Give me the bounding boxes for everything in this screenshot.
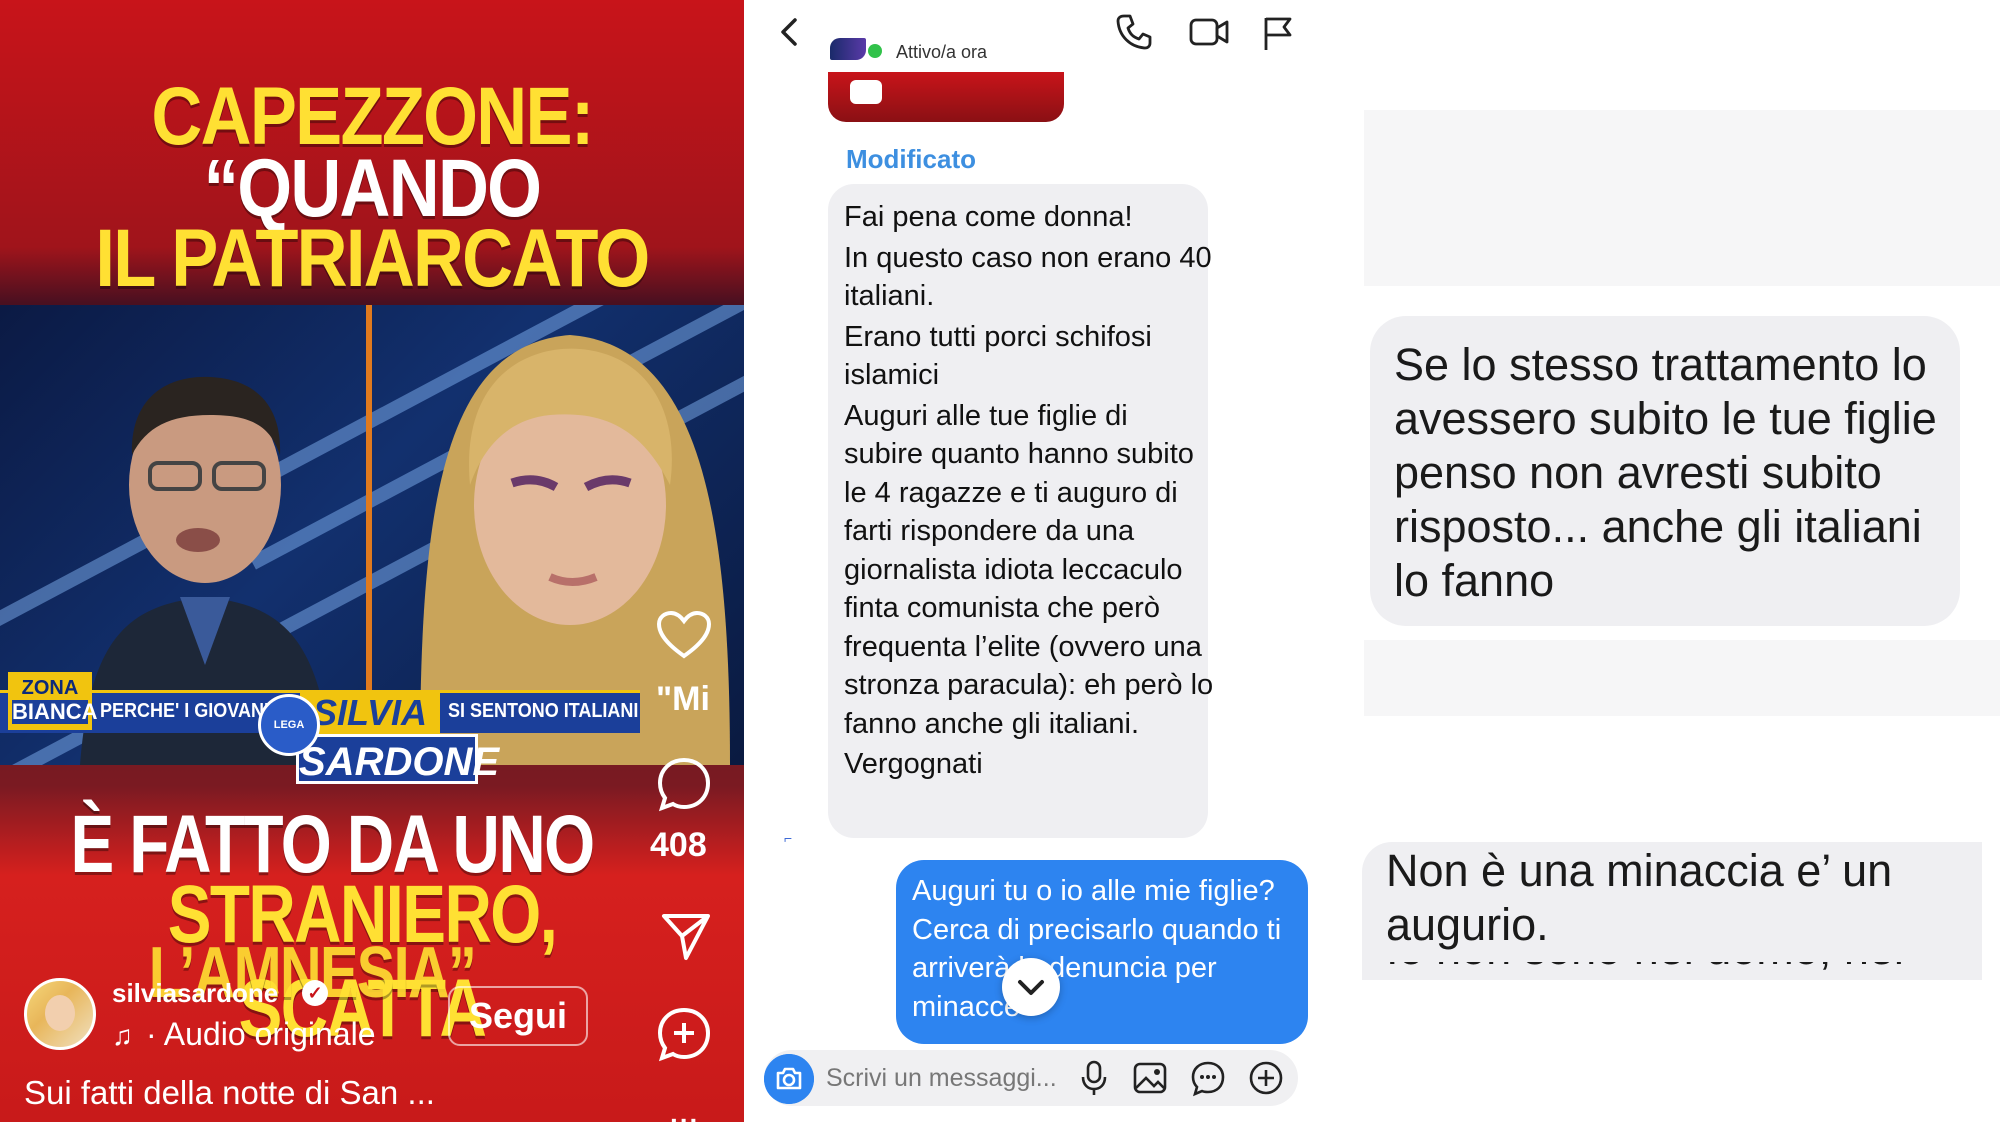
reel-video[interactable]: CAPEZZONE: “QUANDO IL PATRIARCATO ZONA BI… [0,0,744,1122]
online-indicator [868,44,882,58]
reel-icon [850,80,882,104]
heart-icon[interactable] [656,610,712,660]
mic-icon[interactable] [1074,1058,1114,1098]
message-line: In questo caso non erano 40 italiani. [844,241,1212,313]
follow-button[interactable]: Segui [448,986,588,1046]
cut-off-message-text: Io non sono nel uomo, nel [1386,962,1986,978]
message-input[interactable] [826,1058,1086,1098]
share-icon[interactable] [660,910,712,962]
shared-reel-preview[interactable] [828,72,1064,122]
camera-icon[interactable] [764,1054,814,1104]
message-line: Fai pena come donna! [844,201,1133,233]
back-icon[interactable] [772,14,808,50]
overlay-text: "Mi [656,680,710,718]
more-options-icon[interactable]: ... [670,1098,699,1122]
reply-message-text: Se lo stesso trattamento lo avessero sub… [1394,339,1937,606]
verified-icon: ✓ [302,980,328,1006]
headline-line-3: IL PATRIARCATO [95,213,650,304]
second-message-text: Non è una minaccia e’ un augurio. [1386,845,1893,950]
edited-label: Modificato [846,144,976,174]
background-block [1364,110,2000,286]
music-note-icon: ♫ [112,1020,133,1051]
video-icon[interactable] [1188,14,1230,50]
sticker-icon[interactable] [1188,1058,1228,1098]
audio-label[interactable]: · Audio originale [146,1016,375,1053]
guest-last-name: SARDONE [296,734,499,784]
party-logo: LEGA [258,694,320,756]
username[interactable]: silviasardone [112,978,278,1009]
image-icon[interactable] [1130,1058,1170,1098]
message-line: Vergognati [844,748,983,780]
outgoing-message-text: Auguri tu o io alle mie figlie? Cerca di… [912,875,1282,1023]
message-line: Auguri alle tue figlie di subire quanto … [844,399,1214,740]
comment-count: 408 [650,826,707,864]
seen-indicator: ⌐ [784,830,793,846]
active-status: Attivo/a ora [896,42,988,62]
contact-avatar[interactable] [830,38,866,60]
remix-icon[interactable] [656,1006,712,1062]
message-line: Erano tutti porci schifosi islamici [844,320,1152,392]
background-block [1364,640,2000,716]
plus-icon[interactable] [1246,1058,1286,1098]
flag-icon[interactable] [1260,14,1296,52]
zoomed-chat-panel: Se lo stesso trattamento lo avessero sub… [1314,0,2000,1122]
avatar[interactable] [24,978,96,1050]
scroll-down-button[interactable] [1002,958,1060,1016]
call-icon[interactable] [1114,12,1154,52]
ticker-text-right: SI SENTONO ITALIANI [448,700,639,722]
guest-first-name: SILVIA [300,690,440,736]
comment-icon[interactable] [656,756,712,812]
reel-caption[interactable]: Sui fatti della notte di San ... [24,1074,435,1112]
chat-window: Attivo/a ora Modificato Fai pena come do… [744,0,1314,1122]
channel-badge: ZONA BIANCA [8,672,98,730]
ticker-text-left: PERCHE' I GIOVANI F [100,700,285,722]
incoming-message-text: Fai pena come donna! In questo caso non … [844,198,1214,786]
